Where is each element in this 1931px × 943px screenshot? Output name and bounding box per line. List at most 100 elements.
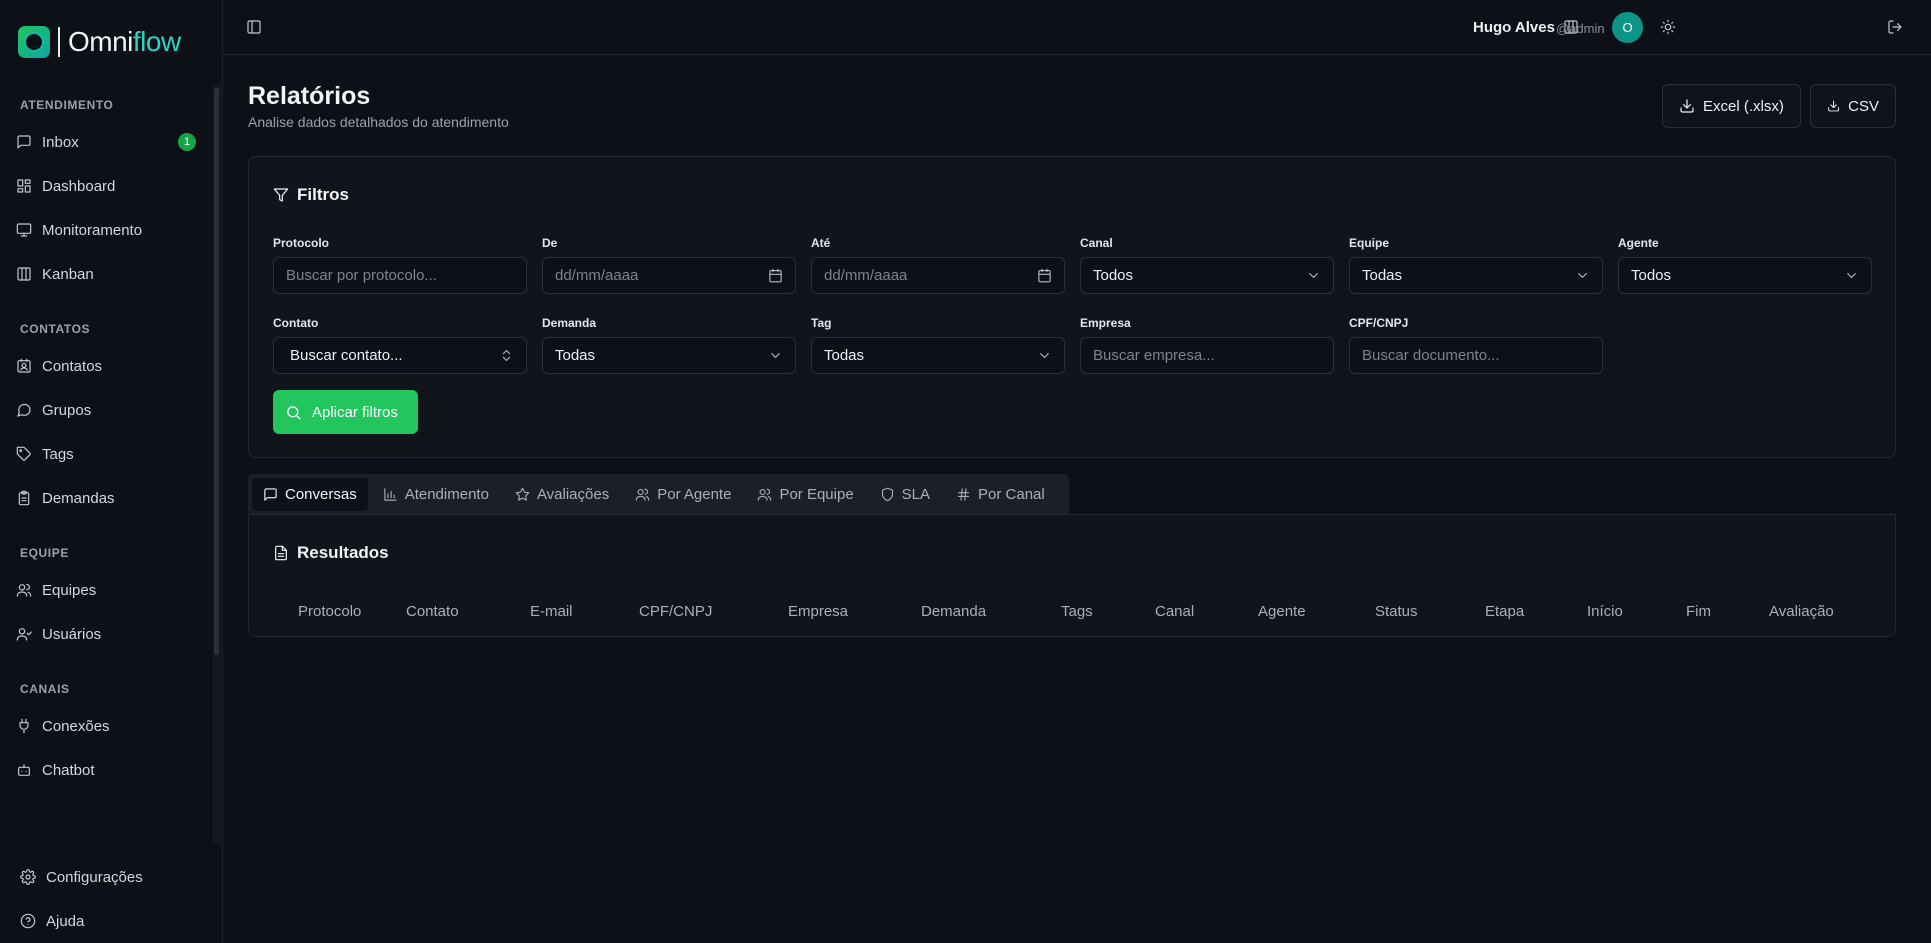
page-subtitle: Analise dados detalhados do atendimento bbox=[248, 114, 509, 130]
filters-card: Filtros Protocolo De Até Canal Equipe Ag… bbox=[248, 156, 1896, 458]
protocolo-search-input[interactable]: Buscar por protocolo... bbox=[273, 257, 527, 294]
section-title-atendimento: ATENDIMENTO bbox=[20, 98, 114, 112]
user-handle: @admin bbox=[1556, 21, 1605, 36]
sidebar-item-contatos[interactable]: Contatos bbox=[0, 344, 210, 388]
sidebar-item-label: Monitoramento bbox=[42, 221, 143, 239]
layout-dashboard-icon bbox=[17, 179, 31, 193]
equipe-label: Equipe bbox=[1349, 236, 1390, 250]
tab-conversas[interactable]: Conversas bbox=[252, 478, 368, 511]
tab-sla[interactable]: SLA bbox=[869, 478, 941, 511]
column-header[interactable]: E-mail bbox=[530, 603, 573, 620]
logout-button[interactable] bbox=[1884, 16, 1906, 38]
filters-title: Filtros bbox=[273, 185, 349, 205]
report-tabs: Conversas Atendimento Avaliações Por Age… bbox=[248, 474, 1069, 515]
sidebar-item-dashboard[interactable]: Dashboard bbox=[0, 164, 210, 208]
chevrons-up-down-icon bbox=[502, 349, 511, 362]
column-header[interactable]: Fim bbox=[1686, 603, 1711, 620]
empresa-search-input[interactable]: Buscar empresa... bbox=[1080, 337, 1334, 374]
column-header[interactable]: Canal bbox=[1155, 603, 1194, 620]
log-out-icon bbox=[1888, 20, 1902, 34]
sidebar-item-grupos[interactable]: Grupos bbox=[0, 388, 210, 432]
sidebar-item-usuarios[interactable]: Usuários bbox=[0, 612, 210, 656]
column-header[interactable]: Agente bbox=[1258, 603, 1306, 620]
column-header[interactable]: Empresa bbox=[788, 603, 848, 620]
calendar-icon[interactable] bbox=[1037, 268, 1052, 283]
tab-por-canal[interactable]: Por Canal bbox=[945, 478, 1056, 511]
brand-logo[interactable]: Omniflow bbox=[18, 26, 181, 58]
download-icon bbox=[1828, 100, 1840, 112]
sidebar-nav: ATENDIMENTO Inbox 1 Dashboard Monitorame… bbox=[0, 98, 210, 792]
column-header[interactable]: Status bbox=[1375, 603, 1418, 620]
brand-name: Omniflow bbox=[68, 26, 181, 57]
users-icon bbox=[16, 583, 32, 597]
sidebar-item-kanban[interactable]: Kanban bbox=[0, 252, 210, 296]
tab-atendimento[interactable]: Atendimento bbox=[372, 478, 500, 511]
sidebar-item-configuracoes[interactable]: Configurações bbox=[0, 855, 222, 899]
column-header[interactable]: Etapa bbox=[1485, 603, 1524, 620]
column-header[interactable]: Demanda bbox=[921, 603, 986, 620]
section-title-canais: CANAIS bbox=[20, 682, 70, 696]
sidebar-item-demandas[interactable]: Demandas bbox=[0, 476, 210, 520]
export-csv-button[interactable]: CSV bbox=[1810, 84, 1896, 128]
sidebar-item-monitoramento[interactable]: Monitoramento bbox=[0, 208, 210, 252]
filter-icon bbox=[273, 188, 289, 202]
agente-label: Agente bbox=[1618, 236, 1659, 250]
cpf-search-input[interactable]: Buscar documento... bbox=[1349, 337, 1603, 374]
chevron-down-icon bbox=[1040, 353, 1049, 358]
tab-avaliacoes[interactable]: Avaliações bbox=[504, 478, 620, 511]
sidebar-item-ajuda[interactable]: Ajuda bbox=[0, 899, 222, 943]
calendar-icon[interactable] bbox=[768, 268, 783, 283]
equipe-select[interactable]: Todas bbox=[1349, 257, 1603, 294]
message-circle-icon bbox=[17, 403, 31, 417]
sidebar-item-equipes[interactable]: Equipes bbox=[0, 568, 210, 612]
message-square-icon bbox=[264, 488, 277, 501]
toggle-sidebar-button[interactable] bbox=[243, 16, 265, 38]
chevron-down-icon bbox=[1847, 273, 1856, 278]
message-square-icon bbox=[17, 135, 31, 149]
gear-icon bbox=[20, 869, 36, 885]
canal-select[interactable]: Todos bbox=[1080, 257, 1334, 294]
columns-icon bbox=[17, 267, 31, 281]
column-header[interactable]: Protocolo bbox=[298, 603, 361, 620]
sidebar-item-label: Configurações bbox=[46, 868, 143, 886]
section-title-contatos: CONTATOS bbox=[20, 322, 91, 336]
sidebar-item-label: Conexões bbox=[42, 717, 110, 735]
section-title-equipe: EQUIPE bbox=[20, 546, 69, 560]
tab-por-equipe[interactable]: Por Equipe bbox=[746, 478, 864, 511]
column-header[interactable]: Contato bbox=[406, 603, 459, 620]
column-header[interactable]: Início bbox=[1587, 603, 1623, 620]
results-title: Resultados bbox=[273, 543, 389, 563]
apply-filters-button[interactable]: Aplicar filtros bbox=[273, 390, 418, 434]
date-from-input[interactable]: dd/mm/aaaa bbox=[542, 257, 796, 294]
column-header[interactable]: Tags bbox=[1061, 603, 1093, 620]
tag-select[interactable]: Todas bbox=[811, 337, 1065, 374]
sidebar-item-label: Grupos bbox=[42, 401, 92, 419]
sidebar-item-chatbot[interactable]: Chatbot bbox=[0, 748, 210, 792]
plug-icon bbox=[19, 718, 29, 734]
shield-icon bbox=[881, 487, 893, 502]
hash-icon bbox=[957, 488, 970, 501]
de-label: De bbox=[542, 236, 558, 250]
cpf-label: CPF/CNPJ bbox=[1349, 316, 1409, 330]
ate-label: Até bbox=[811, 236, 831, 250]
sidebar-item-label: Usuários bbox=[42, 625, 102, 643]
tab-por-agente[interactable]: Por Agente bbox=[624, 478, 742, 511]
sun-icon bbox=[1660, 19, 1676, 35]
chevron-down-icon bbox=[771, 353, 780, 358]
sidebar-scrollbar[interactable] bbox=[214, 88, 219, 655]
sidebar-item-tags[interactable]: Tags bbox=[0, 432, 210, 476]
users-icon bbox=[635, 488, 650, 501]
export-excel-button[interactable]: Excel (.xlsx) bbox=[1662, 84, 1801, 128]
column-header[interactable]: CPF/CNPJ bbox=[639, 603, 712, 620]
sidebar-item-inbox[interactable]: Inbox 1 bbox=[0, 120, 210, 164]
chevron-down-icon bbox=[1578, 273, 1587, 278]
column-header[interactable]: Avaliação bbox=[1769, 603, 1834, 620]
contato-combobox[interactable]: Buscar contato... bbox=[273, 337, 527, 374]
agente-select[interactable]: Todos bbox=[1618, 257, 1872, 294]
avatar[interactable]: O bbox=[1612, 12, 1643, 43]
date-to-input[interactable]: dd/mm/aaaa bbox=[811, 257, 1065, 294]
sidebar-item-conexoes[interactable]: Conexões bbox=[0, 704, 210, 748]
monitor-icon bbox=[16, 223, 32, 237]
theme-toggle-button[interactable] bbox=[1657, 16, 1679, 38]
demanda-select[interactable]: Todas bbox=[542, 337, 796, 374]
